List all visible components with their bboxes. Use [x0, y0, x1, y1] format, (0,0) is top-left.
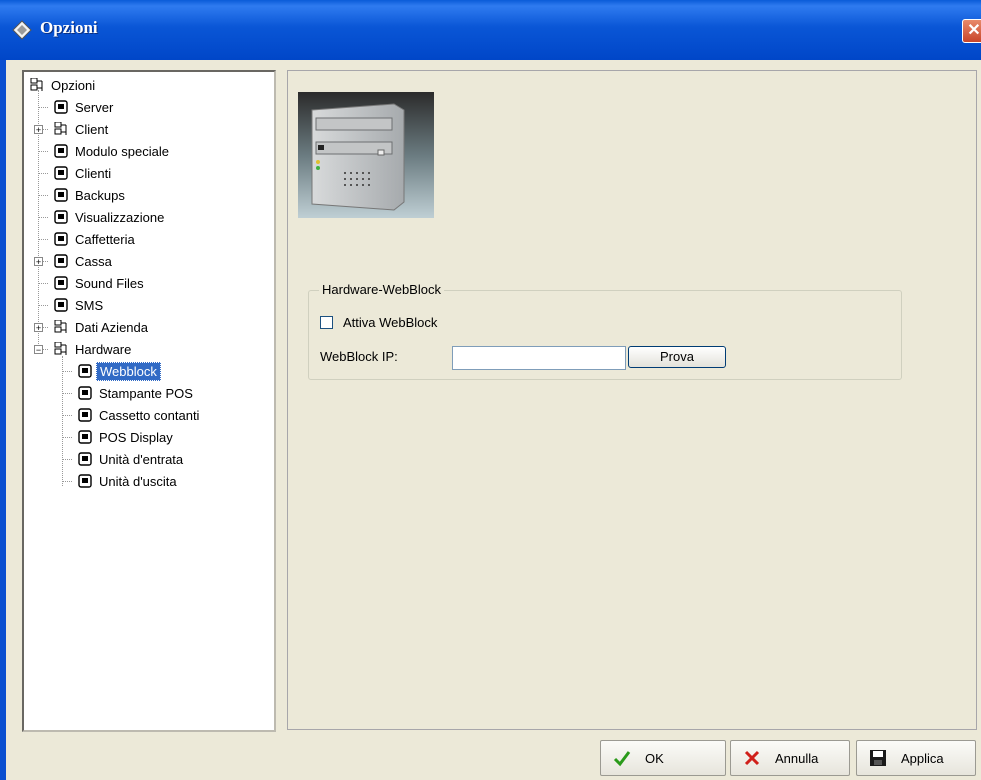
page-icon: [78, 386, 92, 400]
tree-item[interactable]: Cassa: [54, 250, 115, 272]
tree-item[interactable]: Modulo speciale: [54, 140, 172, 162]
options-tree[interactable]: Opzioni Server + Client Modulo speciale Clie…: [22, 70, 276, 732]
apply-label: Applica: [901, 750, 944, 766]
tree-item-hardware-child[interactable]: Cassetto contanti: [78, 404, 202, 426]
close-icon: ✕: [967, 22, 981, 39]
options-diamond-icon: [12, 20, 32, 40]
cancel-label: Annulla: [775, 750, 819, 766]
close-button[interactable]: ✕: [962, 19, 981, 43]
tree-item-label: Dati Azienda: [75, 319, 148, 335]
tree-item[interactable]: Visualizzazione: [54, 206, 167, 228]
tree-item-label: Server: [75, 99, 114, 115]
tree-root-label: Opzioni: [51, 77, 96, 93]
tree-item-label: Client: [75, 121, 109, 137]
page-icon: [54, 144, 68, 158]
tree-item[interactable]: Backups: [54, 184, 128, 206]
tree-item[interactable]: Hardware: [54, 338, 134, 360]
tree-item-label: Caffetteria: [75, 231, 135, 247]
page-icon: [78, 452, 92, 466]
webblock-ip-input[interactable]: [452, 346, 626, 370]
page-icon: [78, 364, 92, 378]
tree-item-hardware-child[interactable]: Webblock: [78, 360, 161, 382]
tree-item[interactable]: Client: [54, 118, 111, 140]
tree-item-label: Webblock: [96, 361, 161, 381]
tree-item[interactable]: Server: [54, 96, 116, 118]
tree-item-label: Hardware: [75, 341, 132, 357]
page-icon: [54, 188, 68, 202]
floppy-disk-icon: [870, 750, 886, 766]
page-icon: [54, 210, 68, 224]
tree-item-label: Stampante POS: [99, 385, 193, 401]
tree-item-label: Unità d'entrata: [99, 451, 184, 467]
network-icon: [54, 122, 67, 135]
tree-item-label: Sound Files: [75, 275, 144, 291]
tree-expander[interactable]: +: [34, 323, 43, 333]
window-title: Opzioni: [40, 18, 98, 37]
tree-item-hardware-child[interactable]: Stampante POS: [78, 382, 196, 404]
tree-item-label: Visualizzazione: [75, 209, 165, 225]
tree-item-hardware-child[interactable]: Unità d'uscita: [78, 470, 180, 492]
activate-webblock-label[interactable]: Attiva WebBlock: [343, 315, 437, 330]
activate-webblock-checkbox[interactable]: [320, 316, 333, 329]
tree-item-label: Modulo speciale: [75, 143, 169, 159]
tree-expander[interactable]: +: [34, 125, 43, 135]
tree-item-hardware-child[interactable]: POS Display: [78, 426, 176, 448]
page-icon: [78, 474, 92, 488]
tree-item-label: SMS: [75, 297, 104, 313]
window-frame-left: [0, 60, 6, 780]
cancel-button[interactable]: Annulla: [730, 740, 850, 776]
page-icon: [54, 232, 68, 246]
page-icon: [54, 166, 68, 180]
tree-expander[interactable]: +: [34, 257, 43, 267]
group-title: Hardware-WebBlock: [319, 282, 444, 297]
tree-item-label: Backups: [75, 187, 125, 203]
tree-item[interactable]: Sound Files: [54, 272, 147, 294]
ok-button[interactable]: OK: [600, 740, 726, 776]
page-icon: [54, 100, 68, 114]
tree-item-label: POS Display: [99, 429, 173, 445]
cross-icon: [744, 750, 760, 766]
tree-item-hardware-child[interactable]: Unità d'entrata: [78, 448, 186, 470]
tree-item-label: Cassa: [75, 253, 112, 269]
tree-root[interactable]: Opzioni: [30, 74, 98, 96]
hardware-server-image: [298, 92, 434, 218]
tree-item[interactable]: SMS: [54, 294, 106, 316]
tree-item[interactable]: Dati Azienda: [54, 316, 151, 338]
tree-item-label: Clienti: [75, 165, 112, 181]
page-icon: [78, 430, 92, 444]
network-icon: [54, 320, 67, 333]
network-icon: [30, 78, 43, 91]
page-icon: [54, 254, 68, 268]
tree-item[interactable]: Caffetteria: [54, 228, 138, 250]
test-button[interactable]: Prova: [628, 346, 726, 368]
tree-item-label: Unità d'uscita: [99, 473, 177, 489]
network-icon: [54, 342, 67, 355]
tree-item[interactable]: Clienti: [54, 162, 114, 184]
tree-expander[interactable]: −: [34, 345, 43, 355]
tree-item-label: Cassetto contanti: [99, 407, 200, 423]
ok-label: OK: [645, 750, 664, 766]
page-icon: [54, 298, 68, 312]
title-bar: Opzioni ✕: [0, 0, 981, 60]
apply-button[interactable]: Applica: [856, 740, 976, 776]
page-icon: [54, 276, 68, 290]
page-icon: [78, 408, 92, 422]
checkmark-icon: [613, 751, 631, 767]
webblock-ip-label: WebBlock IP:: [320, 349, 398, 364]
